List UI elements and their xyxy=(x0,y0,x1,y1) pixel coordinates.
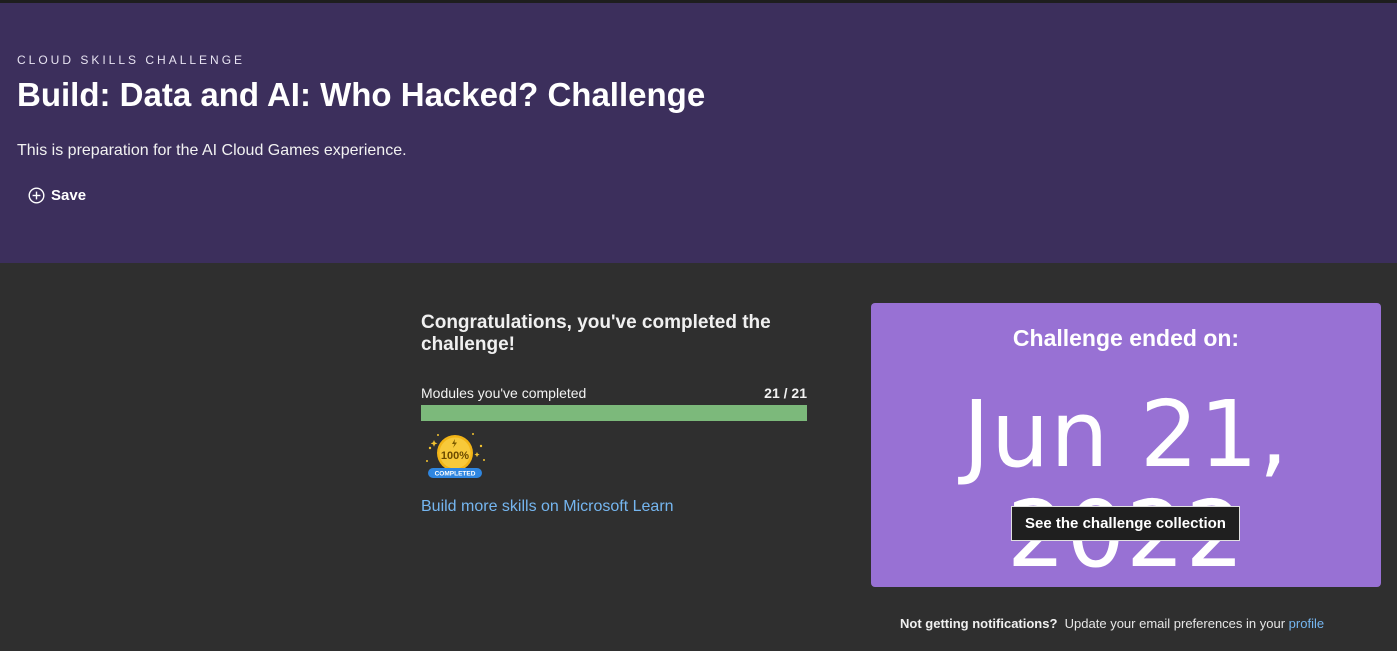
challenge-hero: CLOUD SKILLS CHALLENGE Build: Data and A… xyxy=(0,3,1397,263)
challenge-description: This is preparation for the AI Cloud Gam… xyxy=(17,142,407,159)
notifications-note: Not getting notifications? Update your e… xyxy=(900,616,1324,631)
add-circle-icon xyxy=(28,187,45,204)
eyebrow-label: CLOUD SKILLS CHALLENGE xyxy=(17,53,246,67)
challenge-collection-button[interactable]: See the challenge collection xyxy=(1011,506,1240,541)
challenge-ended-card: Challenge ended on: Jun 21, 2022 See the… xyxy=(871,303,1381,587)
badge-percent: 100% xyxy=(441,450,469,462)
congratulations-heading: Congratulations, you've completed the ch… xyxy=(421,312,771,355)
modules-label: Modules you've completed xyxy=(421,385,587,401)
page-title: Build: Data and AI: Who Hacked? Challeng… xyxy=(17,76,706,113)
modules-row: Modules you've completed 21 / 21 xyxy=(421,385,807,401)
modules-count: 21 / 21 xyxy=(764,385,807,401)
notifications-text: Update your email preferences in your xyxy=(1064,616,1286,631)
progress-bar-fill xyxy=(421,405,807,421)
challenge-ended-label: Challenge ended on: xyxy=(1012,325,1240,351)
challenge-ended-date: Jun 21, 2022 xyxy=(962,381,1290,585)
completion-badge-icon: 100% COMPLETED xyxy=(424,430,486,482)
progress-section: Congratulations, you've completed the ch… xyxy=(421,312,807,515)
save-label: Save xyxy=(51,187,87,204)
profile-link[interactable]: profile xyxy=(1289,616,1324,631)
progress-bar xyxy=(421,405,807,421)
save-button[interactable]: Save xyxy=(28,187,86,204)
microsoft-learn-link[interactable]: Build more skills on Microsoft Learn xyxy=(421,498,674,516)
notifications-question: Not getting notifications? xyxy=(900,616,1058,631)
badge-label: COMPLETED xyxy=(435,471,476,478)
